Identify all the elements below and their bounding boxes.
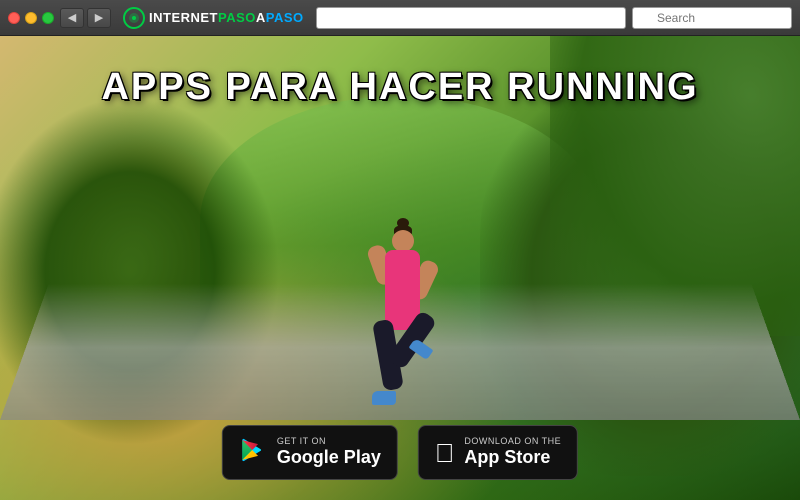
search-wrapper: 🔍 bbox=[632, 7, 792, 29]
site-logo-icon bbox=[123, 7, 145, 29]
google-play-name-label: Google Play bbox=[277, 447, 381, 469]
runner-figure bbox=[350, 170, 450, 410]
maximize-button[interactable] bbox=[42, 12, 54, 24]
logo-area: INTERNETPASOAPASO bbox=[117, 7, 310, 29]
close-button[interactable] bbox=[8, 12, 20, 24]
forward-button[interactable]: ▶ bbox=[87, 8, 111, 28]
app-store-text: Download on the App Store bbox=[464, 436, 561, 468]
google-play-button[interactable]: GET IT ON Google Play bbox=[222, 425, 398, 480]
title-overlay: APPS PARA HACER RUNNING bbox=[0, 66, 800, 109]
runner-shoe-left bbox=[372, 391, 396, 405]
google-play-text: GET IT ON Google Play bbox=[277, 436, 381, 468]
traffic-lights bbox=[8, 12, 54, 24]
app-store-button[interactable]:  Download on the App Store bbox=[418, 425, 578, 480]
app-buttons: GET IT ON Google Play  Download on the … bbox=[222, 425, 578, 480]
minimize-button[interactable] bbox=[25, 12, 37, 24]
site-logo-text: INTERNETPASOAPASO bbox=[149, 10, 304, 25]
address-bar[interactable] bbox=[316, 7, 626, 29]
main-content: APPS PARA HACER RUNNING bbox=[0, 36, 800, 500]
runner-head bbox=[392, 230, 414, 252]
google-play-icon bbox=[239, 436, 267, 469]
browser-chrome: ◀ ▶ INTERNETPASOAPASO 🔍 bbox=[0, 0, 800, 36]
back-button[interactable]: ◀ bbox=[60, 8, 84, 28]
google-play-sub-label: GET IT ON bbox=[277, 436, 326, 447]
app-store-sub-label: Download on the bbox=[464, 436, 561, 447]
main-title: APPS PARA HACER RUNNING bbox=[0, 66, 800, 109]
apple-icon:  bbox=[435, 440, 455, 466]
app-store-name-label: App Store bbox=[464, 447, 550, 469]
search-input[interactable] bbox=[632, 7, 792, 29]
nav-buttons: ◀ ▶ bbox=[60, 8, 111, 28]
